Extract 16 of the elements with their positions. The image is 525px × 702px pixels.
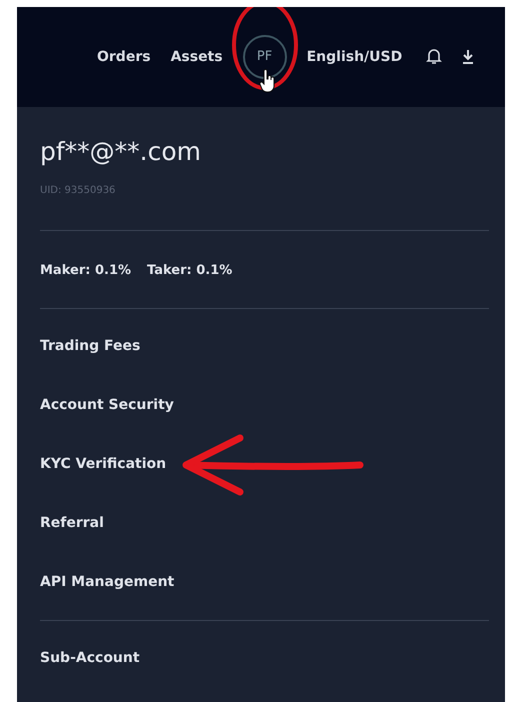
fee-rate: Taker: 0.1% (147, 262, 232, 280)
menu-item[interactable]: Account Security (40, 376, 174, 435)
hand-cursor-icon (258, 69, 277, 93)
nav-link[interactable]: Orders (97, 46, 151, 68)
language-link[interactable]: English/USD (306, 46, 402, 68)
menu-item[interactable]: Trading Fees (40, 317, 140, 376)
menu-item[interactable]: Referral (40, 494, 104, 553)
bell-icon[interactable] (426, 48, 442, 66)
nav-link[interactable]: Assets (170, 46, 223, 68)
download-icon[interactable] (462, 49, 474, 65)
menu-item[interactable]: Sub-Account (40, 629, 140, 688)
menu-item[interactable]: API Management (40, 553, 174, 612)
menu-item[interactable]: KYC Verification (40, 435, 166, 494)
account-email: pf**@**.com (40, 136, 202, 168)
user-id: UID: 93550936 (40, 184, 116, 198)
fee-rate: Maker: 0.1% (40, 262, 132, 280)
